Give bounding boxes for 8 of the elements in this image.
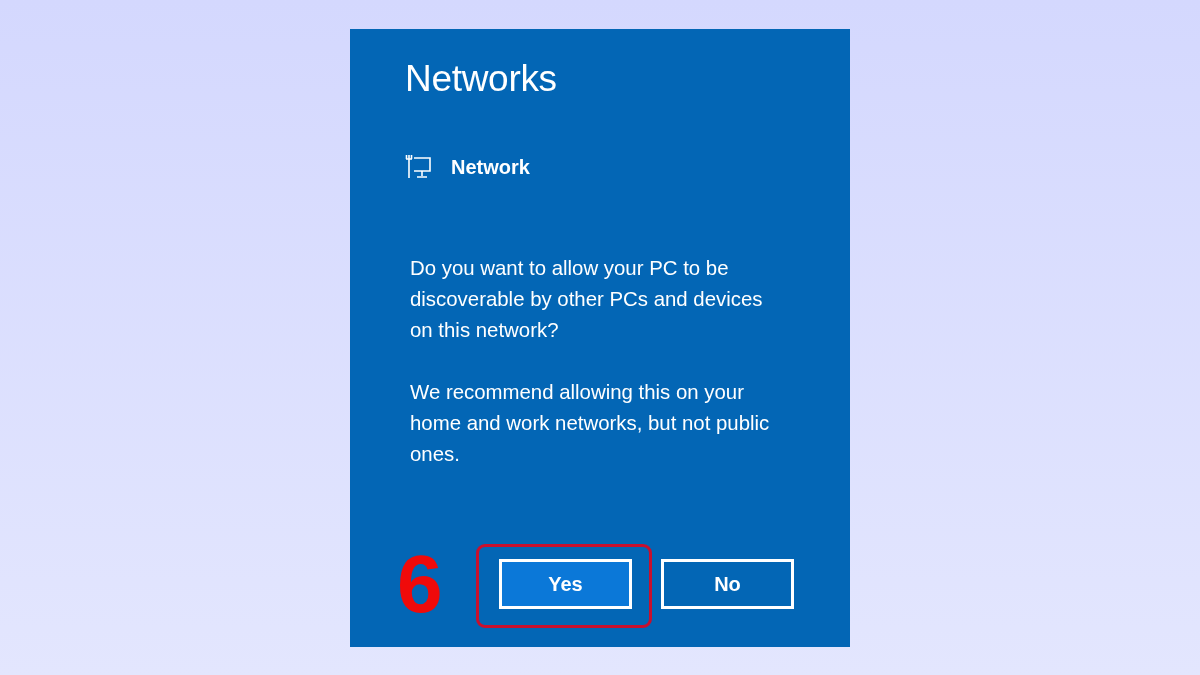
- step-number: 6: [397, 552, 444, 615]
- dialog-title: Networks: [405, 58, 558, 100]
- network-name: Network: [451, 155, 530, 181]
- dialog-message: We recommend allowing this on your home and work networks, but not public ones.: [410, 380, 771, 468]
- dialog-button[interactable]: Yes: [499, 558, 632, 609]
- dialog-button[interactable]: No: [661, 558, 794, 609]
- network-icon: [405, 154, 431, 181]
- dialog-message: Do you want to allow your PC to be discoverable by other PCs and devices on this network?: [410, 256, 764, 344]
